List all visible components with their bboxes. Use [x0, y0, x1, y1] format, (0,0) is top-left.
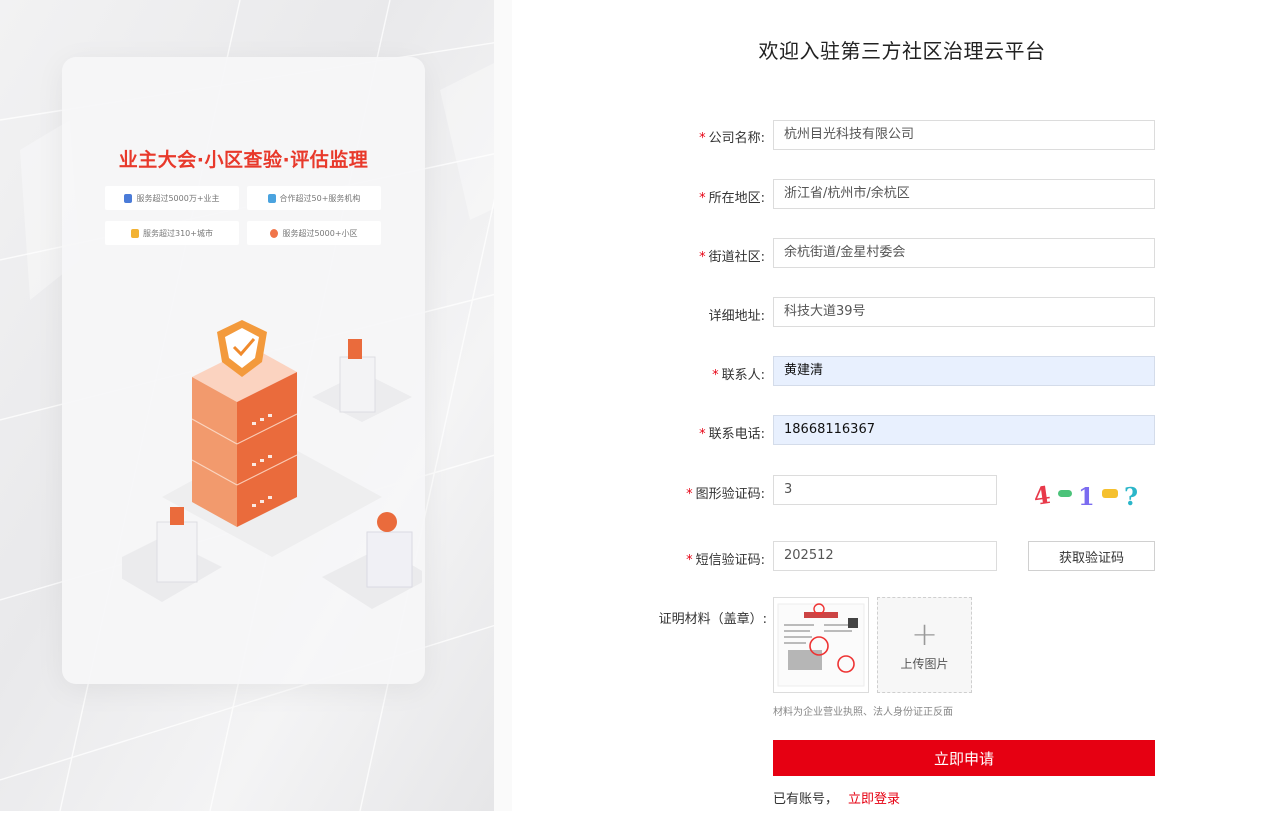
company-label: * 公司名称: — [699, 131, 765, 146]
stat-cities: 服务超过310+城市 — [105, 221, 239, 245]
upload-image-button[interactable]: + 上传图片 — [877, 597, 972, 693]
phone-label: * 联系电话: — [699, 427, 765, 442]
user-icon — [124, 193, 133, 203]
hero-slogan: 业主大会·小区查验·评估监理 — [118, 149, 369, 171]
region-label: * 所在地区: — [699, 191, 765, 206]
stat-text: 服务超过5000+小区 — [282, 228, 358, 238]
company-input[interactable]: 杭州目光科技有限公司 — [773, 120, 1155, 150]
submit-button[interactable]: 立即申请 — [773, 740, 1155, 776]
stat-users: 服务超过5000万+业主 — [105, 186, 239, 210]
street-label: * 街道社区: — [699, 250, 765, 265]
stat-text: 合作超过50+服务机构 — [279, 193, 361, 203]
svg-text:?: ? — [1124, 482, 1138, 510]
contact-input[interactable]: 黄建清 — [773, 356, 1155, 386]
phone-input[interactable]: 18668116367 — [773, 415, 1155, 445]
license-thumbnail[interactable] — [773, 597, 869, 693]
building-icon — [267, 193, 276, 203]
captcha-image[interactable]: 4 1 ? — [1032, 478, 1152, 510]
login-prompt: 已有账号， 立即登录 — [773, 788, 900, 807]
required-mark: * — [686, 487, 693, 502]
svg-text:4: 4 — [1032, 480, 1052, 510]
contact-label: * 联系人: — [712, 368, 765, 383]
required-mark: * — [699, 250, 706, 265]
required-mark: * — [699, 131, 706, 146]
address-label: 详细地址: — [708, 309, 765, 324]
captcha-label: * 图形验证码: — [686, 487, 765, 502]
stat-communities: 服务超过5000+小区 — [247, 221, 381, 245]
have-account-text: 已有账号， — [773, 792, 839, 807]
required-mark: * — [712, 368, 719, 383]
stat-text: 服务超过310+城市 — [143, 228, 213, 238]
required-mark: * — [699, 191, 706, 206]
register-form: 欢迎入驻第三方社区治理云平台 * 公司名称: 杭州目光科技有限公司 * 所在地区: … — [512, 0, 1269, 820]
license-image — [777, 603, 865, 687]
login-link[interactable]: 立即登录 — [848, 792, 900, 807]
page-title: 欢迎入驻第三方社区治理云平台 — [758, 39, 1046, 63]
captcha-input[interactable]: 3 — [773, 475, 997, 505]
required-mark: * — [686, 553, 693, 568]
address-input[interactable]: 科技大道39号 — [773, 297, 1155, 327]
get-sms-code-button[interactable]: 获取验证码 — [1028, 541, 1155, 571]
hero-panel: 业主大会·小区查验·评估监理 服务超过5000万+业主 合作超过50+服务机构 … — [0, 0, 512, 811]
city-icon — [131, 228, 139, 238]
region-select[interactable]: 浙江省/杭州市/余杭区 — [773, 179, 1155, 209]
street-select[interactable]: 余杭街道/金星村委会 — [773, 238, 1155, 268]
server-illustration — [122, 320, 422, 609]
plus-icon: + — [911, 614, 938, 653]
material-label: 证明材料（盖章）: — [658, 612, 767, 627]
stat-agencies: 合作超过50+服务机构 — [247, 186, 381, 210]
svg-text:1: 1 — [1078, 482, 1095, 510]
sms-code-input[interactable]: 202512 — [773, 541, 997, 571]
required-mark: * — [699, 427, 706, 442]
community-icon — [270, 228, 279, 238]
stat-text: 服务超过5000万+业主 — [136, 193, 220, 203]
upload-hint: 材料为企业营业执照、法人身份证正反面 — [773, 707, 953, 718]
sms-label: * 短信验证码: — [686, 553, 765, 568]
hero-edge-strip — [494, 0, 512, 811]
hero-card: 业主大会·小区查验·评估监理 服务超过5000万+业主 合作超过50+服务机构 … — [62, 57, 425, 684]
upload-label: 上传图片 — [900, 656, 949, 671]
